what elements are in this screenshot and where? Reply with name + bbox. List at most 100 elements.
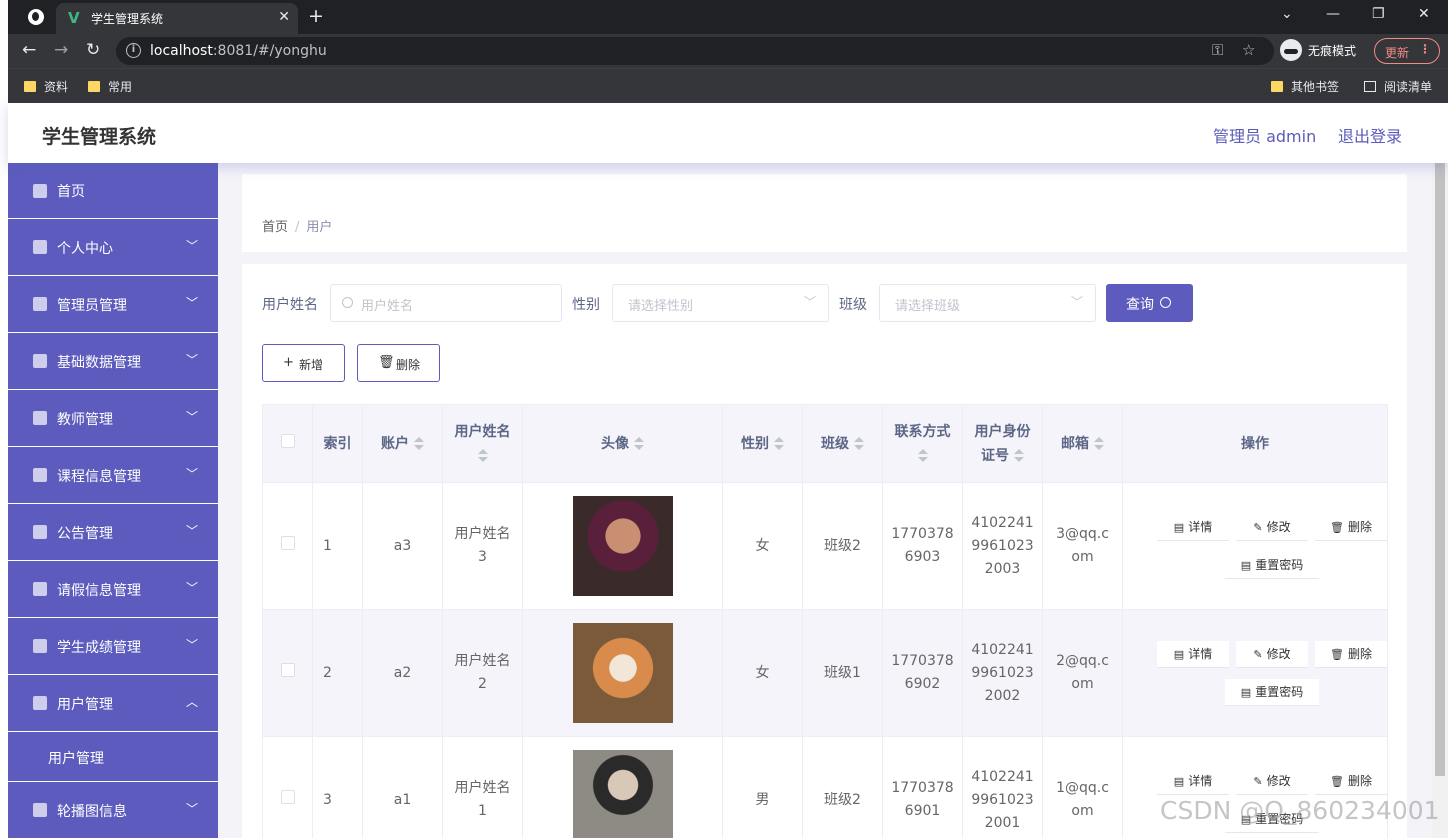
edit-button[interactable]: ✎ 修改 <box>1236 641 1308 668</box>
detail-label: 详情 <box>1188 647 1213 661</box>
key-icon[interactable]: ⚿ <box>1212 41 1223 59</box>
delete-button[interactable]: 🗑 删除 <box>357 344 440 382</box>
select-all-checkbox[interactable] <box>280 433 295 448</box>
search-button[interactable]: 查询 <box>1106 284 1193 322</box>
column-header-avatar[interactable]: 头像 <box>522 404 723 483</box>
close-window-icon[interactable]: ✕ <box>1418 6 1430 22</box>
sidebar-item-notices[interactable]: 公告管理 ﹀ <box>8 504 218 561</box>
sidebar-item-courses[interactable]: 课程信息管理 ﹀ <box>8 447 218 504</box>
cell-text: 用户姓名 <box>454 780 511 796</box>
delete-label: 删除 <box>1347 647 1372 661</box>
cell-text: 1770378 <box>891 780 954 796</box>
sort-icon[interactable] <box>634 436 644 451</box>
url-field[interactable]: i localhost:8081/#/yonghu ⚿ ☆ <box>116 37 1274 65</box>
row-delete-button[interactable]: 🗑 删除 <box>1315 514 1387 541</box>
sidebar-item-label: 管理员管理 <box>57 298 127 314</box>
add-button[interactable]: + 新增 <box>262 344 345 382</box>
cell-text: 用户姓名 <box>454 526 511 542</box>
close-tab-icon[interactable]: ✕ <box>278 9 290 25</box>
plus-icon: + <box>283 355 294 370</box>
column-header-phone[interactable]: 联系方式 <box>882 404 963 483</box>
row-checkbox[interactable] <box>280 789 295 804</box>
sort-icon[interactable] <box>477 448 488 463</box>
star-icon[interactable]: ☆ <box>1242 41 1255 59</box>
reload-icon[interactable]: ↻ <box>86 40 100 60</box>
bookmark-folder[interactable]: 常用 <box>88 78 132 95</box>
row-delete-button[interactable]: 🗑 删除 <box>1315 641 1387 668</box>
edit-button[interactable]: ✎ 修改 <box>1236 514 1308 541</box>
document-icon: ▤ <box>1173 648 1185 661</box>
sidebar-subitem-users[interactable]: 用户管理 <box>8 732 218 782</box>
name-search-input[interactable]: 用户姓名 <box>330 284 562 322</box>
sort-icon[interactable] <box>1014 448 1024 463</box>
cell-text: 2003 <box>984 560 1021 577</box>
forward-icon[interactable]: → <box>54 40 68 60</box>
breadcrumb-home[interactable]: 首页 <box>262 220 288 235</box>
table-row: 2 a2 用户姓名 2 女 班级1 1770378 6902 4102241 9961… <box>262 609 1388 737</box>
new-tab-icon[interactable]: + <box>308 5 324 27</box>
column-header-account[interactable]: 账户 <box>362 404 443 483</box>
sidebar-item-users[interactable]: 用户管理 ︿ <box>8 675 218 732</box>
chevron-down-icon[interactable]: ⌄ <box>1281 6 1293 22</box>
scrollbar-thumb[interactable] <box>1435 163 1445 776</box>
update-button[interactable]: 更新 ⋮ <box>1374 38 1440 64</box>
sort-icon[interactable] <box>854 436 864 451</box>
logout-link[interactable]: 退出登录 <box>1338 123 1402 147</box>
gender-select[interactable]: 请选择性别 ﹀ <box>612 284 829 322</box>
row-delete-button[interactable]: 🗑 删除 <box>1315 768 1387 795</box>
sidebar-item-carousel[interactable]: 轮播图信息 ﹀ <box>8 782 218 838</box>
scan-icon <box>33 696 47 710</box>
info-icon[interactable]: i <box>126 43 141 58</box>
incognito-indicator[interactable]: 无痕模式 <box>1280 39 1356 61</box>
detail-button[interactable]: ▤ 详情 <box>1157 641 1229 668</box>
row-checkbox[interactable] <box>280 662 295 677</box>
column-header-label: 操作 <box>1241 435 1269 452</box>
restore-icon[interactable]: ❐ <box>1372 6 1385 22</box>
sort-icon[interactable] <box>917 448 928 463</box>
sort-icon[interactable] <box>774 436 784 451</box>
column-header-id-number[interactable]: 用户身份 证号 <box>962 404 1043 483</box>
sidebar-item-teachers[interactable]: 教师管理 ﹀ <box>8 390 218 447</box>
class-select[interactable]: 请选择班级 ﹀ <box>879 284 1096 322</box>
edit-button[interactable]: ✎ 修改 <box>1236 768 1308 795</box>
sidebar-item-profile[interactable]: 个人中心 ﹀ <box>8 219 218 276</box>
column-header-class[interactable]: 班级 <box>802 404 883 483</box>
globe-icon[interactable] <box>28 9 44 25</box>
back-icon[interactable]: ← <box>22 40 36 60</box>
cell-text: 4102241 <box>971 641 1034 658</box>
bookmarks-bar: 资料 常用 其他书签 阅读清单 <box>8 68 1448 103</box>
detail-button[interactable]: ▤ 详情 <box>1157 514 1229 541</box>
minimize-icon[interactable]: — <box>1326 6 1340 22</box>
sidebar-item-admins[interactable]: 管理员管理 ﹀ <box>8 276 218 333</box>
avatar-cell <box>522 736 723 838</box>
compass-icon <box>33 582 47 596</box>
cell-text: om <box>1071 676 1094 692</box>
browser-tab[interactable]: V 学生管理系统 ✕ <box>56 3 298 34</box>
name-filter-label: 用户姓名 <box>262 297 318 313</box>
sidebar-item-grades[interactable]: 学生成绩管理 ﹀ <box>8 618 218 675</box>
tab-bar: V 学生管理系统 ✕ + ⌄ — ❐ ✕ <box>8 0 1448 34</box>
avatar-cell <box>522 609 723 737</box>
detail-button[interactable]: ▤ 详情 <box>1157 768 1229 795</box>
email-cell: 3@qq.c om <box>1042 482 1123 610</box>
sort-icon[interactable] <box>1094 436 1104 451</box>
reset-password-button[interactable]: ▤ 重置密码 <box>1225 679 1319 706</box>
row-checkbox[interactable] <box>280 535 295 550</box>
chevron-down-icon: ﹀ <box>1070 295 1083 309</box>
sidebar-item-home[interactable]: 首页 <box>8 163 218 219</box>
cell-text: 9961023 <box>971 537 1034 554</box>
sort-icon[interactable] <box>414 436 424 451</box>
folder-icon <box>24 81 36 92</box>
sidebar-item-label: 教师管理 <box>57 412 113 428</box>
bookmark-folder[interactable]: 资料 <box>24 78 68 95</box>
reset-password-button[interactable]: ▤ 重置密码 <box>1225 552 1319 579</box>
column-header-email[interactable]: 邮箱 <box>1042 404 1123 483</box>
sidebar-item-label: 首页 <box>57 184 85 200</box>
reading-list[interactable]: 阅读清单 <box>1364 78 1432 95</box>
column-header-label: 索引 <box>323 435 352 452</box>
column-header-name[interactable]: 用户姓名 <box>442 404 523 483</box>
column-header-gender[interactable]: 性别 <box>722 404 803 483</box>
other-bookmarks[interactable]: 其他书签 <box>1271 78 1339 95</box>
sidebar-item-leave[interactable]: 请假信息管理 ﹀ <box>8 561 218 618</box>
sidebar-item-basic-data[interactable]: 基础数据管理 ﹀ <box>8 333 218 390</box>
